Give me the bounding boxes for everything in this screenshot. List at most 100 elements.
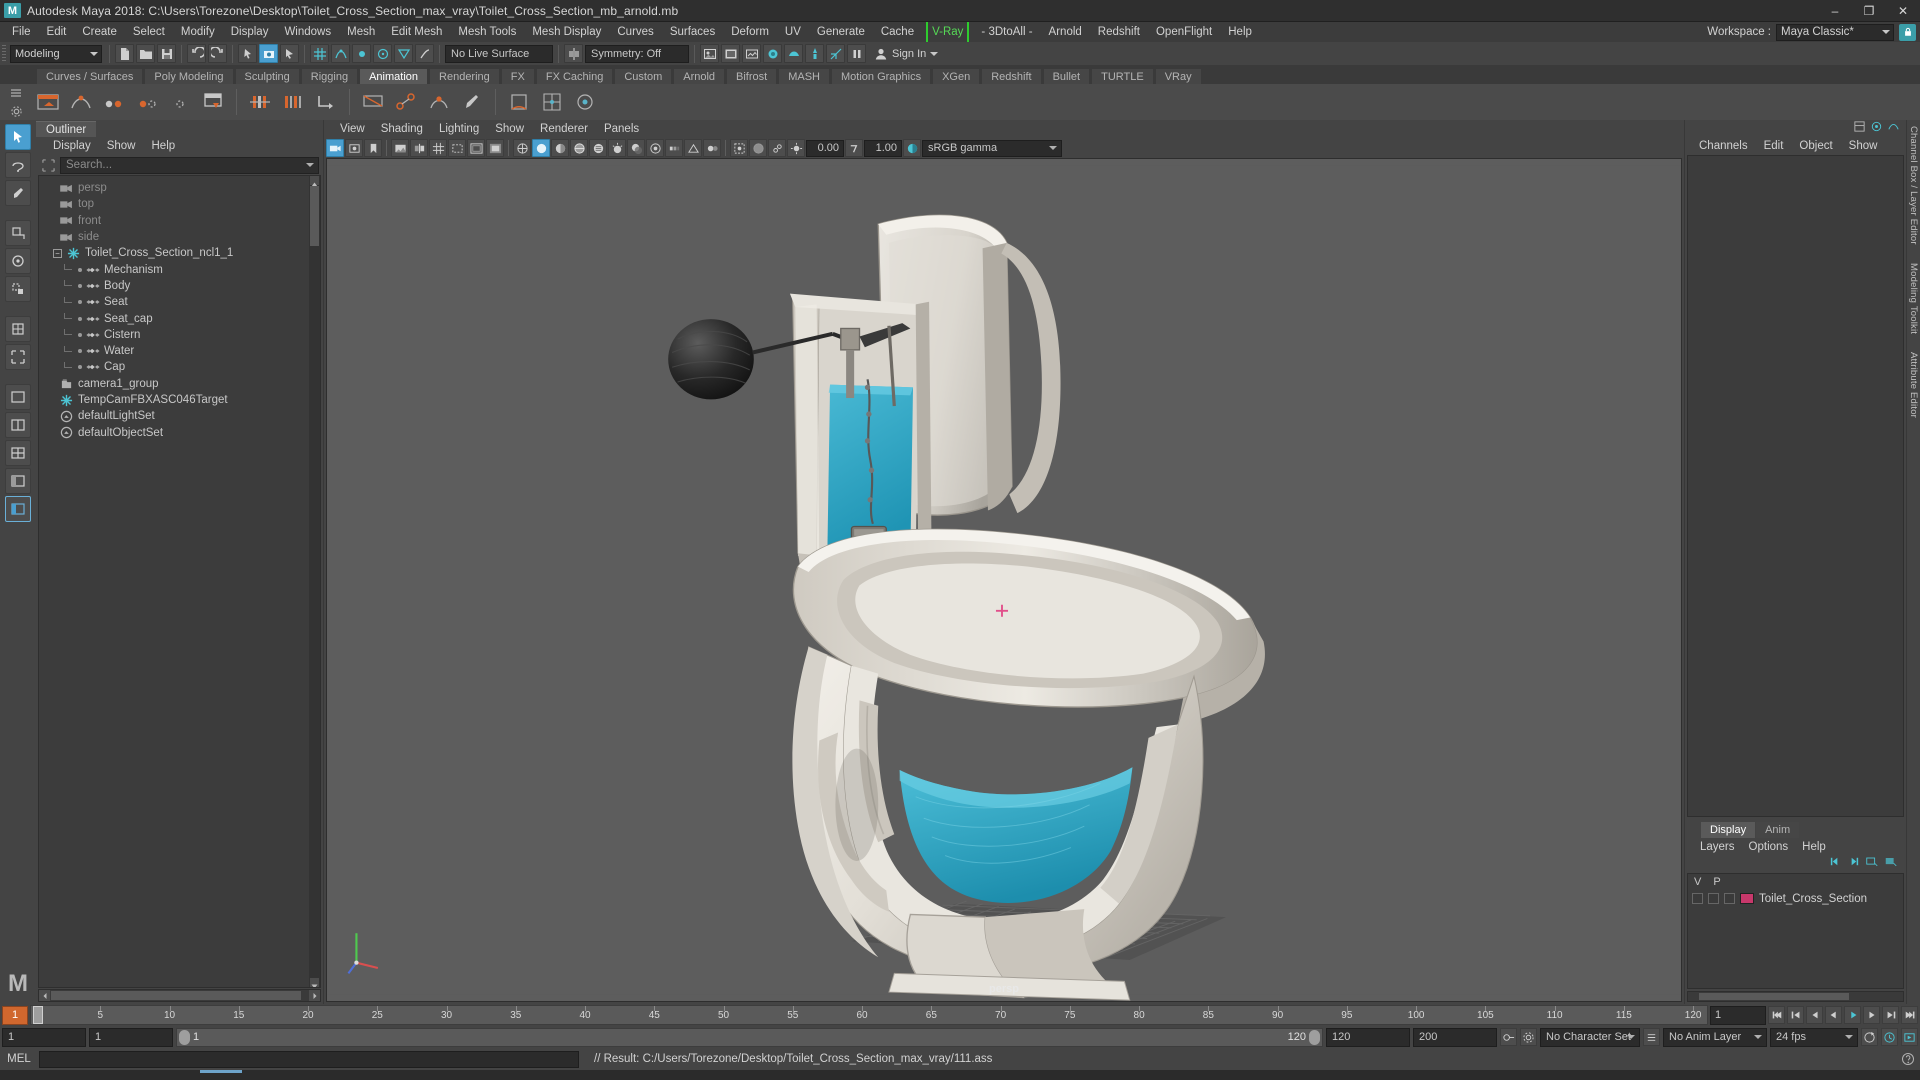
lasso-tool-button[interactable] bbox=[5, 152, 31, 178]
shelf-tab-sculpting[interactable]: Sculpting bbox=[234, 68, 300, 84]
shelf-tab-fx-caching[interactable]: FX Caching bbox=[535, 68, 614, 84]
go-to-end-button[interactable] bbox=[1901, 1006, 1918, 1024]
toolbar-grip[interactable] bbox=[2, 44, 6, 63]
shelf-tab-custom[interactable]: Custom bbox=[614, 68, 673, 84]
menu-item-create[interactable]: Create bbox=[74, 22, 125, 42]
menu-item-v-ray[interactable]: V-Ray bbox=[926, 22, 970, 42]
menu-item-cache[interactable]: Cache bbox=[873, 22, 922, 42]
layer-editor-hscrollbar[interactable] bbox=[1687, 991, 1904, 1002]
xray-joints-button[interactable] bbox=[768, 139, 786, 157]
select-by-hierarchy-button[interactable] bbox=[238, 44, 257, 63]
outliner-item[interactable]: persp bbox=[39, 180, 320, 196]
set-driven-key-shelf-icon[interactable] bbox=[312, 88, 340, 116]
outliner-horizontal-scrollbar[interactable] bbox=[38, 989, 321, 1002]
shelf-menu-icon[interactable] bbox=[2, 84, 30, 101]
current-frame-field[interactable]: 1 bbox=[2, 1005, 28, 1025]
vertical-tab-channel-box-layer-editor[interactable]: Channel Box / Layer Editor bbox=[1908, 126, 1919, 245]
menu-item-modify[interactable]: Modify bbox=[173, 22, 223, 42]
taskbar-active-item[interactable] bbox=[200, 1070, 242, 1073]
outliner-tree[interactable]: persp top front side − Toilet_Cross_Section_n… bbox=[38, 175, 321, 988]
channel-box-content[interactable] bbox=[1687, 155, 1904, 817]
film-gate-button[interactable] bbox=[448, 139, 466, 157]
symmetry-field[interactable]: Symmetry: Off bbox=[585, 44, 689, 63]
vertical-tab-attribute-editor[interactable]: Attribute Editor bbox=[1908, 352, 1919, 418]
unghost-selected-shelf-icon[interactable] bbox=[279, 88, 307, 116]
channel-box-icon-3[interactable] bbox=[1887, 120, 1900, 138]
scroll-down-arrow-icon[interactable] bbox=[310, 978, 319, 987]
shelf-tab-rendering[interactable]: Rendering bbox=[429, 68, 500, 84]
range-handle-left[interactable] bbox=[179, 1029, 190, 1045]
search-filter-icon[interactable] bbox=[40, 157, 56, 173]
menu-item-surfaces[interactable]: Surfaces bbox=[662, 22, 723, 42]
new-scene-button[interactable] bbox=[115, 44, 134, 63]
symmetry-toggle-button[interactable] bbox=[564, 44, 583, 63]
range-slider-bar[interactable]: 1 120 bbox=[176, 1027, 1323, 1047]
menu-item-arnold[interactable]: Arnold bbox=[1041, 22, 1090, 42]
snap-to-point-button[interactable] bbox=[352, 44, 371, 63]
outliner-item[interactable]: TempCamFBXASC046Target bbox=[39, 392, 320, 408]
menu-item-deform[interactable]: Deform bbox=[723, 22, 777, 42]
scroll-right-arrow-icon[interactable] bbox=[309, 990, 320, 1001]
outliner-item[interactable]: Cistern bbox=[39, 327, 320, 343]
outliner-item[interactable]: top bbox=[39, 196, 320, 212]
outliner-hscroll-thumb[interactable] bbox=[51, 991, 301, 1000]
menu-item-help[interactable]: Help bbox=[1220, 22, 1260, 42]
redo-button[interactable] bbox=[208, 44, 227, 63]
use-all-lights-button[interactable] bbox=[608, 139, 626, 157]
uv-editor-button[interactable] bbox=[826, 44, 845, 63]
motion-blur-button[interactable] bbox=[665, 139, 683, 157]
viewport-menu-panels[interactable]: Panels bbox=[596, 123, 647, 135]
menu-item-mesh-tools[interactable]: Mesh Tools bbox=[450, 22, 524, 42]
shelf-tab-mash[interactable]: MASH bbox=[778, 68, 830, 84]
shelf-tab-motion-graphics[interactable]: Motion Graphics bbox=[831, 68, 932, 84]
playback-options-button[interactable] bbox=[1901, 1028, 1918, 1046]
outliner-item[interactable]: − Toilet_Cross_Section_ncl1_1 bbox=[39, 245, 320, 261]
key-translate-shelf-icon[interactable] bbox=[133, 88, 161, 116]
shelf-settings-icon[interactable] bbox=[2, 103, 30, 120]
step-forward-key-button[interactable] bbox=[1882, 1006, 1899, 1024]
outliner-search-input[interactable]: Search... bbox=[60, 156, 319, 174]
outliner-item[interactable]: camera1_group bbox=[39, 376, 320, 392]
menu-item-curves[interactable]: Curves bbox=[609, 22, 661, 42]
step-forward-frame-button[interactable] bbox=[1863, 1006, 1880, 1024]
exposure-icon-button[interactable] bbox=[787, 139, 805, 157]
time-slider-playhead[interactable] bbox=[33, 1006, 43, 1024]
close-button[interactable]: ✕ bbox=[1886, 0, 1920, 21]
playback-start-field[interactable]: 1 bbox=[89, 1027, 173, 1047]
gamma-icon-button[interactable] bbox=[845, 139, 863, 157]
bind-skin-shelf-icon[interactable] bbox=[425, 88, 453, 116]
time-slider-end-field[interactable]: 1 bbox=[1710, 1005, 1766, 1025]
make-live-button[interactable] bbox=[415, 44, 434, 63]
menu-item-redshift[interactable]: Redshift bbox=[1090, 22, 1148, 42]
scroll-left-arrow-icon[interactable] bbox=[39, 990, 50, 1001]
render-current-frame-button[interactable] bbox=[700, 44, 719, 63]
command-input[interactable] bbox=[39, 1050, 579, 1068]
animation-preferences-button[interactable] bbox=[1520, 1028, 1537, 1046]
rotate-tool-button[interactable] bbox=[5, 248, 31, 274]
menuset-mode-select[interactable]: Modeling bbox=[10, 44, 102, 63]
paint-selection-tool-button[interactable] bbox=[5, 180, 31, 206]
create-layer-from-selected-icon[interactable] bbox=[1884, 855, 1898, 873]
outliner-item[interactable]: Cap bbox=[39, 359, 320, 375]
snap-to-curve-button[interactable] bbox=[331, 44, 350, 63]
channel-box-menu-channels[interactable]: Channels bbox=[1691, 140, 1756, 152]
create-lattice-shelf-icon[interactable] bbox=[538, 88, 566, 116]
outliner-menu-show[interactable]: Show bbox=[100, 140, 143, 152]
layer-menu-help[interactable]: Help bbox=[1795, 841, 1833, 853]
channel-box-menu-object[interactable]: Object bbox=[1791, 140, 1840, 152]
outliner-menu-help[interactable]: Help bbox=[145, 140, 183, 152]
key-all-shelf-icon[interactable] bbox=[100, 88, 128, 116]
image-plane-button[interactable] bbox=[391, 139, 409, 157]
menu-item-file[interactable]: File bbox=[4, 22, 39, 42]
shelf-tab-curves-surfaces[interactable]: Curves / Surfaces bbox=[36, 68, 144, 84]
layer-hscroll-thumb[interactable] bbox=[1699, 993, 1849, 1000]
outliner-tab[interactable]: Outliner bbox=[36, 121, 97, 137]
outliner-item[interactable]: front bbox=[39, 213, 320, 229]
menu-item-uv[interactable]: UV bbox=[777, 22, 809, 42]
resolution-gate-button[interactable] bbox=[467, 139, 485, 157]
open-scene-button[interactable] bbox=[136, 44, 155, 63]
layer-color-swatch[interactable] bbox=[1740, 893, 1754, 904]
outliner-expander-icon[interactable]: − bbox=[53, 248, 62, 258]
select-camera-button[interactable] bbox=[326, 139, 344, 157]
loop-playback-button[interactable] bbox=[1861, 1028, 1878, 1046]
